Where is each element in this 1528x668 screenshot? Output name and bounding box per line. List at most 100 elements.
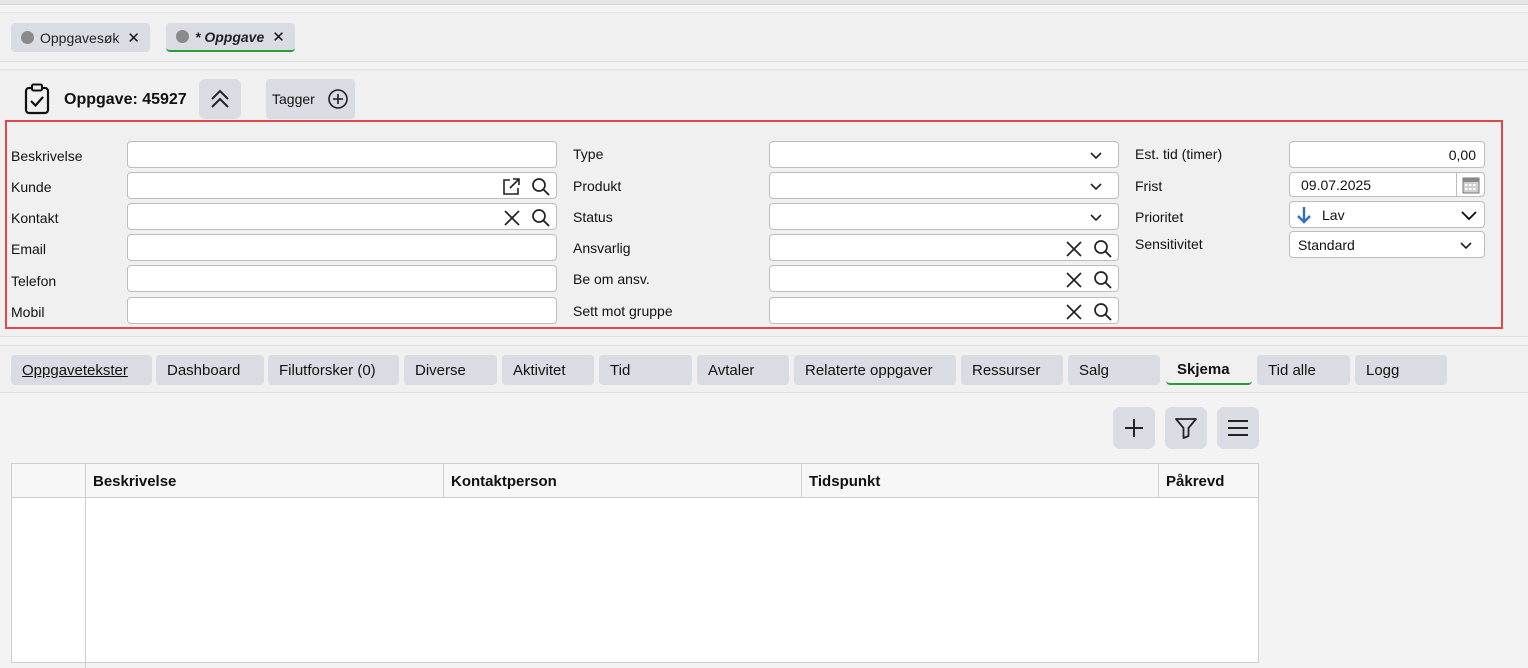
mobil-input[interactable] — [127, 297, 557, 324]
table-header: Beskrivelse Kontaktperson Tidspunkt Påkr… — [12, 464, 1258, 498]
tab-oppgavetekster[interactable]: Oppgavetekster — [11, 355, 152, 385]
sett-mot-gruppe-label: Sett mot gruppe — [573, 303, 673, 319]
est-tid-input[interactable]: 0,00 — [1289, 141, 1485, 168]
tab-dashboard[interactable]: Dashboard — [156, 355, 264, 385]
add-button[interactable] — [1113, 407, 1155, 449]
doc-tab-oppgave[interactable]: * Oppgave ✕ — [166, 23, 295, 52]
sett-mot-gruppe-input[interactable] — [769, 297, 1119, 324]
search-icon[interactable] — [1093, 270, 1113, 290]
collapse-button[interactable] — [199, 79, 241, 119]
tab-label: Relaterte oppgaver — [805, 361, 933, 379]
tags-button[interactable]: Tagger — [266, 79, 355, 119]
telefon-label: Telefon — [11, 273, 57, 289]
tab-filutforsker[interactable]: Filutforsker (0) — [268, 355, 399, 385]
sensitivitet-select[interactable]: Standard — [1289, 231, 1485, 258]
column-header-beskrivelse[interactable]: Beskrivelse — [85, 464, 443, 498]
column-header-tidspunkt[interactable]: Tidspunkt — [801, 464, 1158, 498]
chevron-down-icon — [1090, 152, 1102, 160]
clear-icon[interactable] — [1064, 239, 1084, 259]
ansvarlig-label: Ansvarlig — [573, 240, 631, 256]
menu-icon — [1228, 420, 1248, 436]
chevron-down-icon — [1460, 242, 1472, 250]
ansvarlig-input[interactable] — [769, 234, 1119, 261]
telefon-input[interactable] — [127, 265, 557, 292]
tab-label: Oppgavetekster — [22, 361, 128, 379]
search-icon[interactable] — [1093, 239, 1113, 259]
tab-tid[interactable]: Tid — [599, 355, 692, 385]
column-divider — [85, 498, 86, 668]
clear-icon[interactable] — [1064, 270, 1084, 290]
be-om-ansv-input[interactable] — [769, 265, 1119, 292]
frist-date-input[interactable]: 09.07.2025 — [1289, 172, 1485, 197]
tab-label: Filutforsker (0) — [279, 361, 376, 379]
section-tab-bar: Oppgavetekster Dashboard Filutforsker (0… — [0, 345, 1528, 393]
email-input[interactable] — [127, 234, 557, 261]
produkt-select[interactable] — [769, 172, 1119, 199]
close-icon[interactable]: ✕ — [272, 28, 285, 46]
tab-label: Salg — [1079, 361, 1110, 379]
chevron-down-icon — [1461, 211, 1477, 221]
task-header-panel: Oppgave: 45927 Tagger Beskrivelse Kunde — [0, 69, 1528, 337]
tab-tid-alle[interactable]: Tid alle — [1257, 355, 1350, 385]
chevron-down-icon — [1090, 214, 1102, 222]
filter-button[interactable] — [1165, 407, 1207, 449]
search-icon[interactable] — [531, 177, 551, 197]
arrow-down-icon — [1297, 206, 1311, 224]
tab-skjema[interactable]: Skjema — [1166, 355, 1252, 385]
status-dot-icon — [21, 31, 34, 44]
close-icon[interactable]: ✕ — [127, 29, 140, 47]
sensitivitet-value: Standard — [1298, 236, 1355, 253]
prioritet-value: Lav — [1322, 206, 1345, 223]
tab-label: Logg — [1366, 361, 1400, 379]
tab-label: Aktivitet — [513, 361, 566, 379]
tab-label: Dashboard — [167, 361, 241, 379]
clear-icon[interactable] — [1064, 302, 1084, 322]
task-form: Beskrivelse Kunde Kontakt Email Telefon … — [5, 120, 1503, 329]
prioritet-select[interactable]: Lav — [1289, 201, 1485, 228]
tab-label: Ressurser — [972, 361, 1041, 379]
kunde-label: Kunde — [11, 179, 52, 195]
search-icon[interactable] — [1093, 302, 1113, 322]
add-circle-icon — [328, 89, 348, 109]
tags-label: Tagger — [272, 91, 315, 107]
plus-icon — [1125, 419, 1143, 437]
doc-tab-oppgavesok[interactable]: Oppgavesøk ✕ — [11, 23, 150, 52]
mobil-label: Mobil — [11, 304, 45, 320]
kunde-input[interactable] — [127, 172, 557, 199]
status-select[interactable] — [769, 203, 1119, 230]
be-om-ansv-label: Be om ansv. — [573, 271, 650, 287]
calendar-button[interactable] — [1456, 172, 1484, 197]
tab-relaterte-oppgaver[interactable]: Relaterte oppgaver — [794, 355, 956, 385]
search-icon[interactable] — [531, 208, 551, 228]
document-tab-bar: Oppgavesøk ✕ * Oppgave ✕ — [0, 12, 1528, 62]
tab-salg[interactable]: Salg — [1068, 355, 1160, 385]
menu-button[interactable] — [1217, 407, 1259, 449]
doc-tab-label: Oppgavesøk — [40, 29, 120, 46]
type-select[interactable] — [769, 141, 1119, 168]
tab-label: Tid — [610, 361, 631, 379]
beskrivelse-input[interactable] — [127, 141, 557, 168]
tab-aktivitet[interactable]: Aktivitet — [502, 355, 594, 385]
type-label: Type — [573, 146, 604, 162]
page-title: Oppgave: 45927 — [64, 91, 187, 108]
tab-ressurser[interactable]: Ressurser — [961, 355, 1063, 385]
chevron-down-icon — [1090, 183, 1102, 191]
clear-icon[interactable] — [502, 208, 522, 228]
double-chevron-up-icon — [211, 89, 229, 108]
sensitivitet-label: Sensitivitet — [1135, 236, 1203, 252]
tab-diverse[interactable]: Diverse — [404, 355, 497, 385]
email-label: Email — [11, 241, 47, 257]
kontakt-label: Kontakt — [11, 210, 59, 226]
open-external-icon[interactable] — [501, 177, 521, 197]
est-tid-label: Est. tid (timer) — [1135, 146, 1223, 162]
kontakt-input[interactable] — [127, 203, 557, 230]
clipboard-check-icon — [24, 83, 50, 115]
doc-tab-label: * Oppgave — [195, 28, 265, 45]
column-header-pakrevd[interactable]: Påkrevd — [1158, 464, 1258, 498]
column-header-select[interactable] — [12, 464, 85, 498]
calendar-icon — [1462, 177, 1479, 193]
tab-label: Skjema — [1177, 360, 1230, 378]
tab-logg[interactable]: Logg — [1355, 355, 1447, 385]
tab-avtaler[interactable]: Avtaler — [697, 355, 789, 385]
column-header-kontaktperson[interactable]: Kontaktperson — [443, 464, 801, 498]
